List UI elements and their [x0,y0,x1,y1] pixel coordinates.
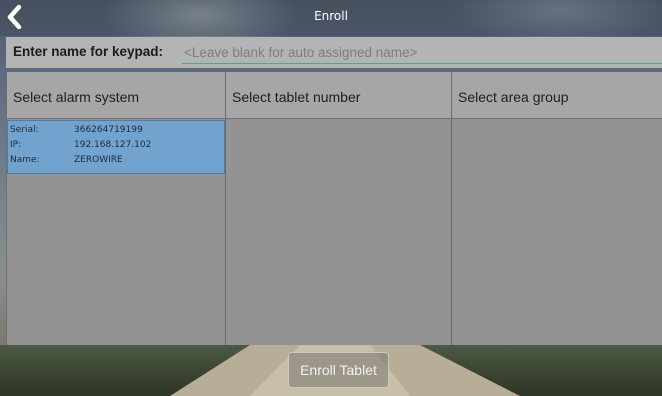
enroll-tablet-button[interactable]: Enroll Tablet [288,352,389,388]
tablet-number-column: Select tablet number [226,72,452,345]
area-group-column: Select area group [452,72,662,345]
title-bar: Enroll [0,0,662,36]
name-label: Name: [10,155,40,165]
ip-value: 192.168.127.102 [74,140,152,150]
keypad-name-row: Enter name for keypad: [6,37,662,68]
keypad-name-input[interactable] [182,42,662,64]
alarm-system-list[interactable]: Serial: 366264719199 IP: 192.168.127.102… [7,119,225,345]
serial-value: 366264719199 [74,125,143,135]
keypad-name-label: Enter name for keypad: [13,44,164,59]
alarm-system-column: Select alarm system Serial: 366264719199… [7,72,226,345]
serial-label: Serial: [10,125,39,135]
name-value: ZEROWIRE [74,155,123,165]
alarm-system-item[interactable]: Serial: 366264719199 IP: 192.168.127.102… [7,120,225,174]
tablet-number-header: Select tablet number [226,72,451,119]
area-group-list[interactable] [452,119,662,345]
page-title: Enroll [314,9,348,23]
tablet-number-list[interactable] [226,119,451,345]
alarm-system-header: Select alarm system [7,72,225,119]
area-group-header: Select area group [452,72,662,119]
ip-label: IP: [10,140,22,150]
enroll-selection-table: Select alarm system Serial: 366264719199… [6,72,662,345]
